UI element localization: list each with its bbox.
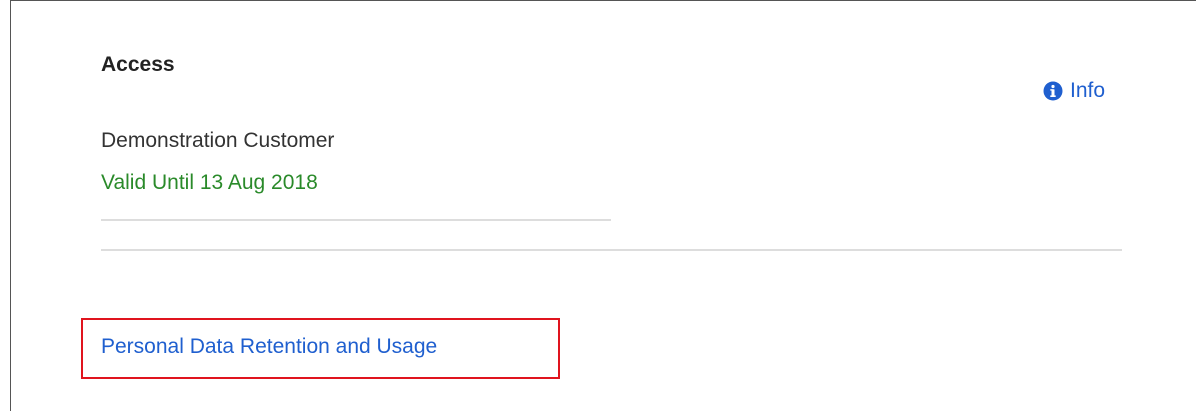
divider-long	[101, 249, 1122, 251]
access-heading: Access	[101, 53, 175, 76]
info-label: Info	[1070, 79, 1106, 102]
info-link[interactable]: Info	[1043, 79, 1105, 103]
divider-short	[101, 219, 611, 221]
personal-data-retention-link[interactable]: Personal Data Retention and Usage	[101, 335, 437, 359]
customer-name: Demonstration Customer	[101, 129, 335, 152]
valid-until-date: Valid Until 13 Aug 2018	[101, 171, 318, 194]
info-circle-icon	[1043, 81, 1063, 101]
